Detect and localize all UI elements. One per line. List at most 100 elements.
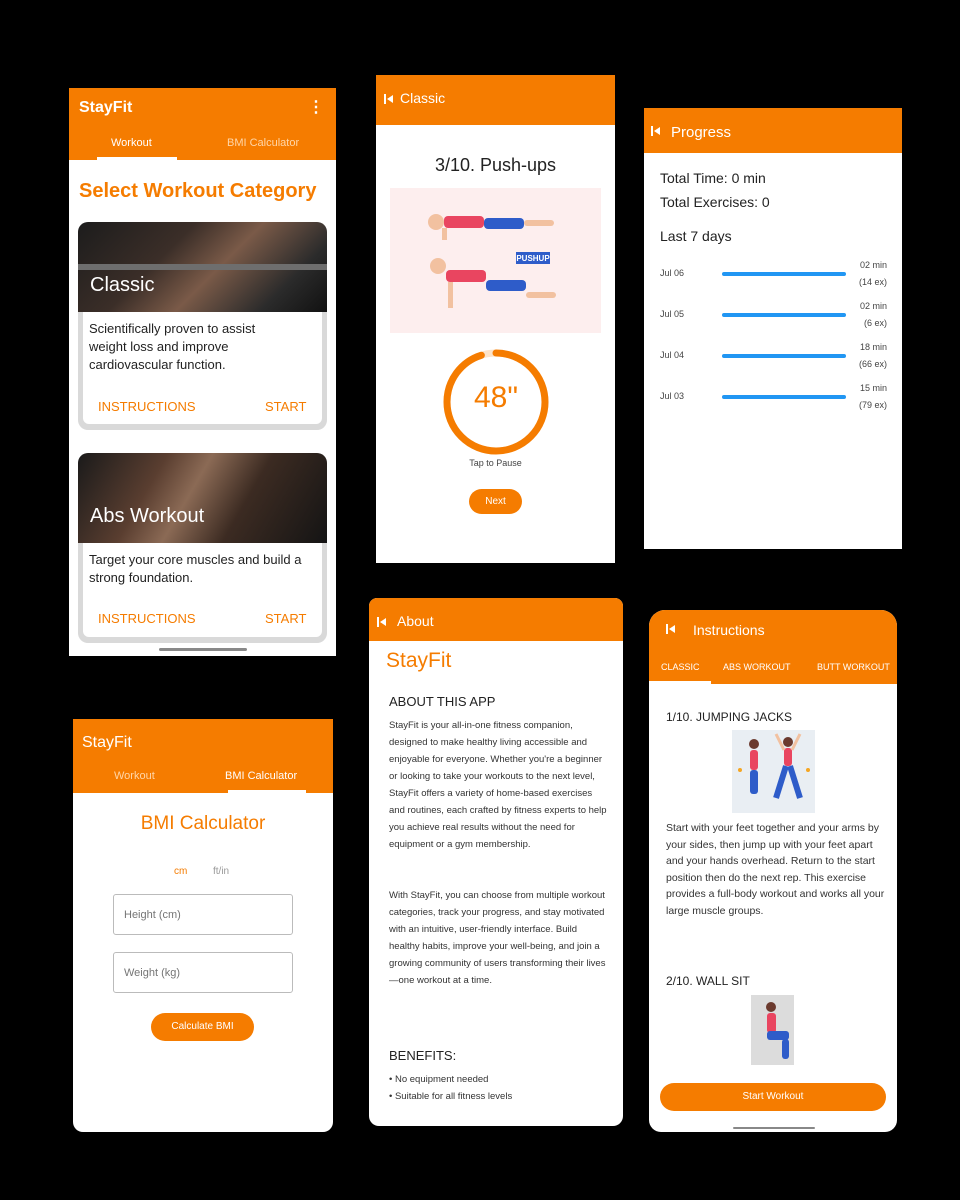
progress-row-minutes: 15 min <box>859 383 887 393</box>
tab-bmi-calculator[interactable]: BMI Calculator <box>227 137 299 149</box>
app-title: StayFit <box>82 734 132 751</box>
total-time: Total Time: 0 min <box>660 170 766 186</box>
progress-app-bar: Progress <box>644 108 902 153</box>
progress-row-bar <box>722 272 846 276</box>
bmi-screen: StayFit Workout BMI Calculator BMI Calcu… <box>73 719 333 1132</box>
back-icon[interactable] <box>666 624 676 634</box>
about-screen: About StayFit ABOUT THIS APP StayFit is … <box>369 598 623 1126</box>
exercise-name: 3/10. Push-ups <box>434 155 557 175</box>
abs-instructions-button[interactable]: INSTRUCTIONS <box>98 611 196 626</box>
benefits-title: BENEFITS: <box>389 1048 457 1063</box>
instructions-header-title: Instructions <box>693 622 765 638</box>
pushup-illustration: PUSHUP <box>428 214 556 308</box>
height-input[interactable] <box>113 894 293 935</box>
classic-instructions-button[interactable]: INSTRUCTIONS <box>98 399 196 414</box>
exercise-2-title: 2/10. WALL SIT <box>666 974 750 988</box>
timer-value: 48" <box>473 381 519 414</box>
tab-bmi-indicator <box>228 790 306 793</box>
bmi-heading: BMI Calculator <box>140 813 266 834</box>
progress-row: Jul 05 02 min (6 ex) <box>644 299 902 334</box>
classic-start-button[interactable]: START <box>265 399 306 414</box>
progress-header-title: Progress <box>671 124 732 141</box>
barbell-graphic <box>78 264 327 270</box>
instructions-app-bar: Instructions CLASSIC ABS WORKOUT BUTT WO… <box>649 610 897 684</box>
progress-row-date: Jul 04 <box>660 350 685 360</box>
page-title: Select Workout Category <box>79 180 317 202</box>
total-exercises: Total Exercises: 0 <box>660 194 770 210</box>
pushup-badge: PUSHUP <box>516 254 550 263</box>
instructions-screen: Instructions CLASSIC ABS WORKOUT BUTT WO… <box>649 610 897 1132</box>
exercise-illustration: PUSHUP <box>390 188 601 333</box>
abs-card-title: Abs Workout <box>90 505 205 527</box>
classic-card-title: Classic <box>90 274 155 296</box>
exercise-app-bar: Classic <box>376 75 615 125</box>
home-indicator <box>733 1127 815 1129</box>
jumping-jacks-illustration <box>738 733 810 799</box>
classic-card-description: Scientifically proven to assist weight l… <box>89 321 256 372</box>
progress-screen: Progress Total Time: 0 min Total Exercis… <box>644 108 902 549</box>
progress-row-bar <box>722 313 846 317</box>
progress-row-exercises: (6 ex) <box>863 318 887 328</box>
tab-bmi-calculator[interactable]: BMI Calculator <box>225 770 297 782</box>
progress-row: Jul 04 18 min (66 ex) <box>644 340 902 375</box>
exercise-1-description: Start with your feet together and your a… <box>666 822 885 917</box>
back-icon[interactable] <box>651 126 661 136</box>
abs-card-image: Abs Workout <box>78 453 327 543</box>
last-7-days-label: Last 7 days <box>660 228 732 244</box>
weight-input[interactable] <box>113 952 293 993</box>
progress-row-exercises: (66 ex) <box>858 359 887 369</box>
workout-card-classic[interactable]: Classic Scientifically proven to assist … <box>78 222 327 430</box>
progress-row-minutes: 02 min <box>859 260 887 270</box>
progress-row-minutes: 02 min <box>859 301 887 311</box>
home-indicator <box>159 648 247 651</box>
about-brand: StayFit <box>386 649 452 672</box>
exercise-1-title: 1/10. JUMPING JACKS <box>666 710 793 724</box>
about-paragraph-1: StayFit is your all-in-one fitness compa… <box>389 720 607 850</box>
progress-row-exercises: (79 ex) <box>858 400 887 410</box>
unit-toggle-ftin[interactable]: ft/in <box>213 866 229 877</box>
tab-classic[interactable]: CLASSIC <box>661 662 700 672</box>
about-app-bar: About <box>369 598 623 641</box>
progress-row-date: Jul 05 <box>660 309 685 319</box>
home-screen: StayFit ⋮ Workout BMI Calculator Select … <box>69 88 336 656</box>
benefit-item: • No equipment needed <box>389 1074 489 1085</box>
exercise-screen: Classic 3/10. Push-ups PUSHUP 48" Tap to… <box>376 75 615 563</box>
progress-row-bar <box>722 395 846 399</box>
progress-row-exercises: (14 ex) <box>858 277 887 287</box>
benefit-item: • Suitable for all fitness levels <box>389 1091 513 1102</box>
calculate-bmi-button[interactable]: Calculate BMI <box>151 1013 254 1041</box>
progress-row-minutes: 18 min <box>859 342 887 352</box>
abs-card-body: Target your core muscles and build a str… <box>83 543 322 637</box>
classic-card-body: Scientifically proven to assist weight l… <box>83 312 322 424</box>
wall-sit-image <box>751 995 794 1065</box>
start-workout-button[interactable]: Start Workout <box>660 1083 886 1111</box>
tab-workout[interactable]: Workout <box>111 137 152 149</box>
tab-workout[interactable]: Workout <box>114 770 155 782</box>
tap-to-pause-hint: Tap to Pause <box>469 458 522 468</box>
progress-row: Jul 06 02 min (14 ex) <box>644 258 902 293</box>
progress-row-bar <box>722 354 846 358</box>
exercise-header-title: Classic <box>400 90 446 106</box>
tab-butt-workout[interactable]: BUTT WORKOUT <box>817 662 890 672</box>
about-section-title: ABOUT THIS APP <box>389 694 496 709</box>
progress-row-date: Jul 03 <box>660 391 685 401</box>
more-options-icon[interactable]: ⋮ <box>308 100 324 116</box>
next-button[interactable]: Next <box>469 489 522 514</box>
progress-row: Jul 03 15 min (79 ex) <box>644 381 902 416</box>
wall-sit-illustration <box>766 1002 789 1059</box>
tab-abs-workout[interactable]: ABS WORKOUT <box>723 662 791 672</box>
about-header-title: About <box>397 613 434 629</box>
abs-start-button[interactable]: START <box>265 611 306 626</box>
bmi-app-bar: StayFit Workout BMI Calculator <box>73 719 333 793</box>
about-paragraph-2: With StayFit, you can choose from multip… <box>389 890 606 986</box>
jumping-jacks-image <box>732 730 815 813</box>
tab-workout-indicator <box>97 157 177 160</box>
unit-toggle-cm[interactable]: cm <box>174 866 187 877</box>
back-icon[interactable] <box>377 617 387 627</box>
app-title: StayFit <box>79 99 133 116</box>
classic-card-image: Classic <box>78 222 327 312</box>
abs-card-description: Target your core muscles and build a str… <box>89 552 302 585</box>
back-icon[interactable] <box>384 94 394 104</box>
workout-card-abs[interactable]: Abs Workout Target your core muscles and… <box>78 453 327 643</box>
home-app-bar: StayFit ⋮ Workout BMI Calculator <box>69 88 336 160</box>
